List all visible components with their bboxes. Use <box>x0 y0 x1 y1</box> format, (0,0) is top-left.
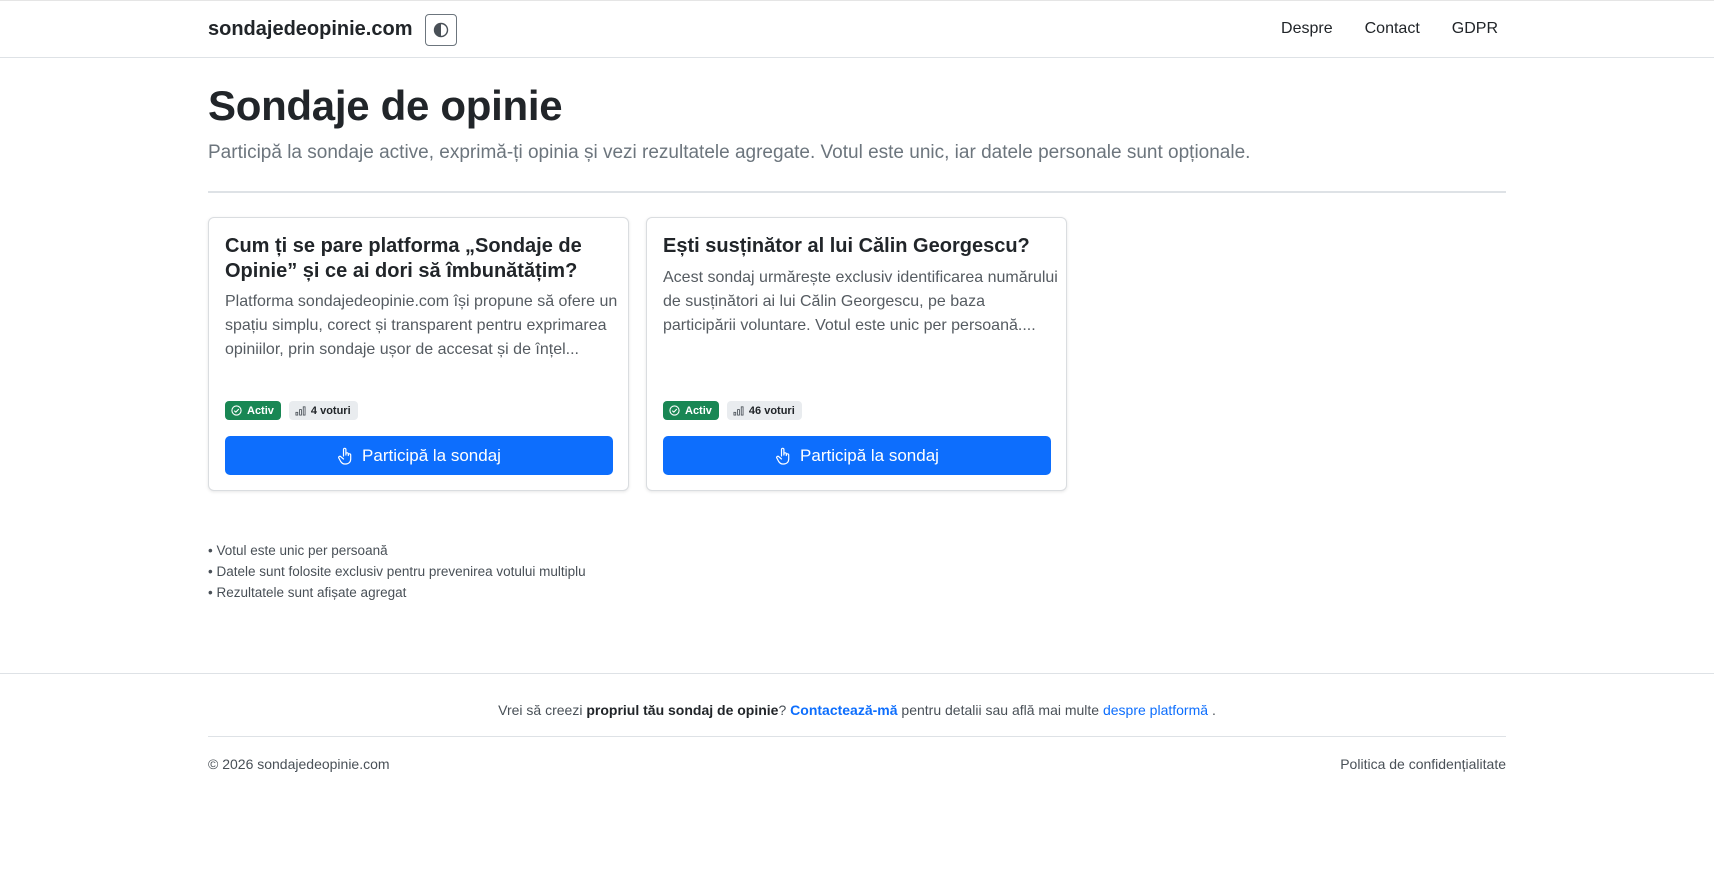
note-item: • Rezultatele sunt afișate agregat <box>208 585 407 600</box>
bar-chart-icon <box>733 406 744 416</box>
info-notes: • Votul este unic per persoană • Datele … <box>208 540 586 603</box>
contact-link[interactable]: Contactează-mă <box>790 702 897 718</box>
bar-chart-icon <box>295 406 306 416</box>
hand-pointer-icon <box>338 447 352 465</box>
note-item: • Datele sunt folosite exclusiv pentru p… <box>208 564 586 579</box>
note-item: • Votul este unic per persoană <box>208 543 388 558</box>
poll-description: Platforma sondajedeopinie.com își propun… <box>225 293 618 358</box>
copyright: © 2026 sondajedeopinie.com <box>208 756 390 772</box>
poll-card: Cum ți se pare platforma „Sondaje de Opi… <box>208 217 629 491</box>
footer: Vrei să creezi propriul tău sondaj de op… <box>0 673 1714 877</box>
check-circle-icon <box>669 405 680 416</box>
cta-bold: propriul tău sondaj de opinie <box>586 702 779 718</box>
check-circle-icon <box>231 405 242 416</box>
footer-divider <box>208 736 1506 737</box>
page-title: Sondaje de opinie <box>208 82 563 129</box>
page-lead: Participă la sondaje active, exprimă-ți … <box>208 142 1251 163</box>
status-label: Activ <box>685 404 712 417</box>
brand-link[interactable]: sondajedeopinie.com <box>208 18 412 41</box>
status-badge: Activ <box>225 401 281 420</box>
cta-suffix: . <box>1211 702 1216 718</box>
votes-label: 46 voturi <box>748 404 795 417</box>
participate-button[interactable]: Participă la sondaj <box>225 436 613 475</box>
nav-links: Despre Contact GDPR <box>1249 20 1498 38</box>
participate-button-label: Participă la sondaj <box>800 445 939 465</box>
poll-badges: Activ 46 voturi <box>663 401 802 420</box>
poll-title: Cum ți se pare platforma „Sondaje de Opi… <box>225 235 582 282</box>
theme-toggle-button[interactable] <box>425 14 457 46</box>
poll-badges: Activ 4 voturi <box>225 401 358 420</box>
about-link[interactable]: despre platformă <box>1103 702 1208 718</box>
footer-cta: Vrei să creezi propriul tău sondaj de op… <box>0 702 1714 718</box>
cta-prefix: Vrei să creezi <box>498 702 583 718</box>
navbar: sondajedeopinie.com Despre Contact GDPR <box>0 0 1714 58</box>
poll-title: Ești susținător al lui Călin Georgescu? <box>663 235 1030 257</box>
participate-button-label: Participă la sondaj <box>362 445 501 465</box>
status-label: Activ <box>247 404 274 417</box>
cta-qmark: ? <box>778 702 787 718</box>
header-divider <box>208 191 1506 193</box>
poll-card: Ești susținător al lui Călin Georgescu? … <box>646 217 1067 491</box>
votes-label: 4 voturi <box>310 404 351 417</box>
participate-button[interactable]: Participă la sondaj <box>663 436 1051 475</box>
privacy-policy-link[interactable]: Politica de confidențialitate <box>1340 756 1506 772</box>
nav-link-contact[interactable]: Contact <box>1365 20 1420 38</box>
nav-link-gdpr[interactable]: GDPR <box>1452 20 1498 38</box>
status-badge: Activ <box>663 401 719 420</box>
cta-middle: pentru detalii sau află mai multe <box>901 702 1100 718</box>
votes-badge: 46 voturi <box>726 401 802 420</box>
contrast-icon <box>433 22 449 38</box>
poll-description: Acest sondaj urmărește exclusiv identifi… <box>663 269 1058 334</box>
hand-pointer-icon <box>776 447 790 465</box>
votes-badge: 4 voturi <box>288 401 358 420</box>
nav-link-despre[interactable]: Despre <box>1281 20 1333 38</box>
